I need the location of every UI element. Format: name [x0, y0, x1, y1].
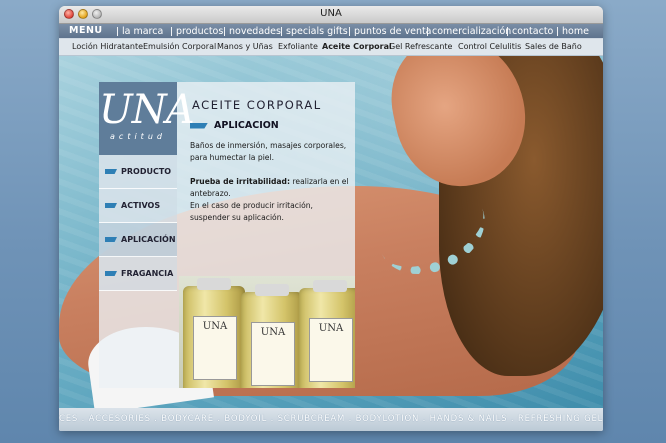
flag-icon	[105, 271, 117, 276]
bottle: UNA	[299, 280, 355, 388]
title-bar: UNA	[59, 6, 603, 24]
bottle: UNA	[241, 284, 303, 388]
bottle-cap	[313, 280, 347, 292]
side-item-label: PRODUCTO	[121, 167, 172, 176]
menu-label: MENU	[69, 25, 103, 36]
paragraph-warning: En el caso de producir irritación, suspe…	[190, 201, 313, 222]
top-nav: MENU la marca productos novedades specia…	[59, 24, 603, 38]
side-item-label: FRAGANCIA	[121, 269, 174, 278]
subnav-control-celulitis[interactable]: Control Celulitis	[458, 39, 521, 55]
product-bottles-image: UNA UNA UNA	[179, 276, 355, 388]
bottle-cap	[255, 284, 289, 296]
flag-icon	[105, 169, 117, 174]
side-item-producto[interactable]: PRODUCTO	[99, 155, 177, 189]
paragraph-usage: Baños de inmersión, masajes corporales, …	[190, 141, 347, 162]
side-nav: PRODUCTO ACTIVOS APLICACIÓN FRAGANCIA	[99, 155, 177, 291]
nav-contacto[interactable]: contacto	[507, 27, 553, 36]
logo-tagline: actitud	[110, 132, 166, 141]
nav-la-marca[interactable]: la marca	[117, 27, 163, 36]
bottle-label: UNA	[193, 316, 237, 380]
nav-specials-gifts[interactable]: specials gifts	[281, 27, 348, 36]
nav-productos[interactable]: productos	[171, 27, 223, 36]
side-item-aplicacion[interactable]: APLICACIÓN	[99, 223, 177, 257]
window-title: UNA	[320, 8, 342, 19]
bottle-label: UNA	[251, 322, 295, 386]
section-heading-label: APLICACION	[214, 120, 279, 131]
nav-comercializacion[interactable]: comercialización	[427, 27, 511, 36]
section-heading: APLICACION	[190, 120, 279, 131]
nav-novedades[interactable]: novedades	[224, 27, 281, 36]
product-subnav: Loción Hidratante Emulsión Corporal Mano…	[59, 39, 603, 56]
brand-logo[interactable]: UNA actitud	[99, 82, 195, 155]
body-copy: Baños de inmersión, masajes corporales, …	[190, 140, 350, 236]
browser-window: UNA MENU la marca productos novedades sp…	[59, 6, 603, 431]
irritability-label: Prueba de irritabilidad:	[190, 177, 291, 186]
flag-icon	[190, 122, 208, 129]
logo-word: UNA	[99, 87, 195, 133]
nav-puntos-de-venta[interactable]: puntos de venta	[349, 27, 432, 36]
side-item-fragancia[interactable]: FRAGANCIA	[99, 257, 177, 291]
subnav-manos-y-unas[interactable]: Manos y Uñas	[217, 39, 273, 55]
subnav-emulsion-corporal[interactable]: Emulsión Corporal	[143, 39, 216, 55]
nav-home[interactable]: home	[557, 27, 589, 36]
subnav-sales-de-bano[interactable]: Sales de Baño	[525, 39, 582, 55]
side-item-label: ACTIVOS	[121, 201, 161, 210]
bottle-cap	[197, 278, 231, 290]
subnav-exfoliante[interactable]: Exfoliante	[278, 39, 318, 55]
subnav-gel-refrescante[interactable]: Gel Refrescante	[389, 39, 452, 55]
bottle: UNA	[183, 278, 245, 388]
flag-icon	[105, 203, 117, 208]
side-item-label: APLICACIÓN	[121, 235, 176, 244]
hero-stage: UNA actitud PRODUCTO ACTIVOS APLICACIÓN …	[59, 56, 603, 408]
subnav-aceite-corporal[interactable]: Aceite Corporal	[322, 39, 392, 55]
paragraph-irritability: Prueba de irritabilidad: realizarla en e…	[190, 176, 350, 200]
side-item-activos[interactable]: ACTIVOS	[99, 189, 177, 223]
bottle-label: UNA	[309, 318, 353, 382]
subnav-locion-hidratante[interactable]: Loción Hidratante	[72, 39, 143, 55]
page-title: ACEITE CORPORAL	[192, 98, 322, 112]
category-ticker: CES . ACCESORIES . BODYCARE . BODYOIL . …	[59, 408, 603, 431]
flag-icon	[105, 237, 117, 242]
